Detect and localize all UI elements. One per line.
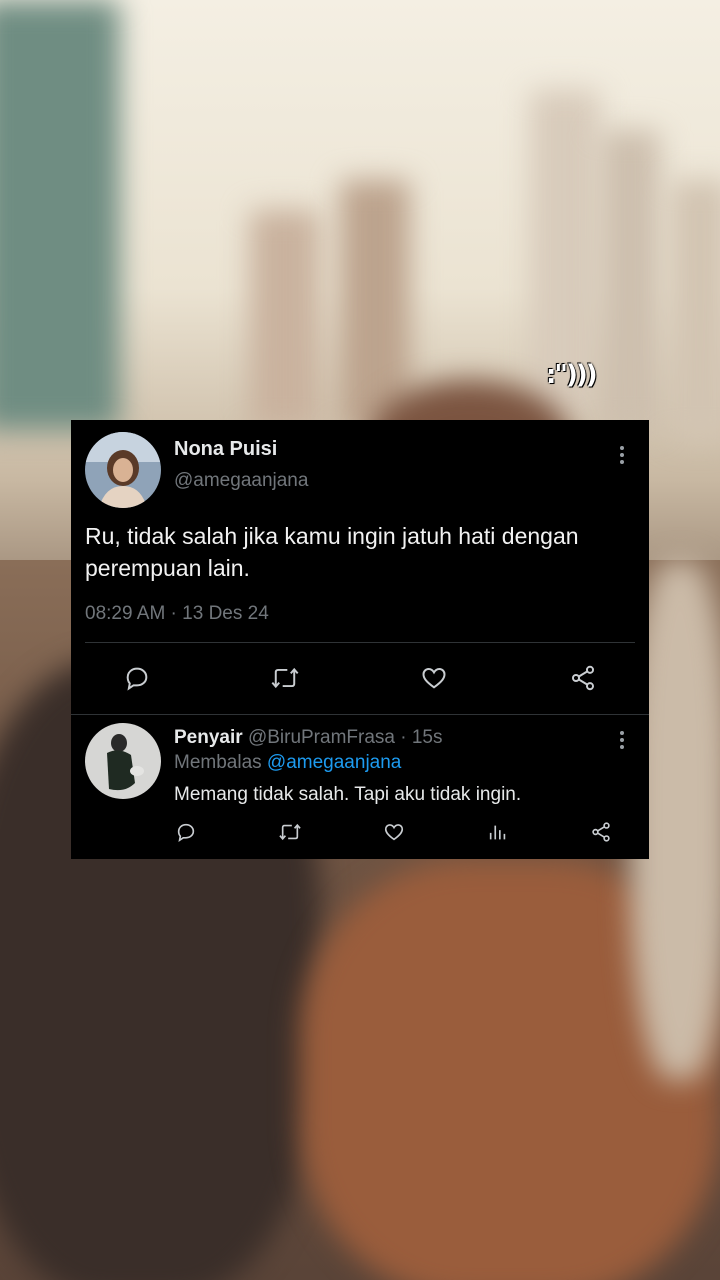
- retweet-icon[interactable]: [269, 662, 301, 694]
- divider: [85, 642, 635, 643]
- timestamp[interactable]: 08:29 AM · 13 Des 24: [85, 603, 269, 625]
- building-5: [670, 180, 720, 440]
- building-1: [250, 210, 320, 430]
- main-tweet[interactable]: Nona Puisi @amegaanjana Ru, tidak salah …: [71, 420, 649, 714]
- reply-tweet[interactable]: Penyair @BiruPramFrasa · 15s Membalas @a…: [71, 714, 649, 859]
- reply-reply-icon[interactable]: [173, 819, 199, 845]
- reply-avatar[interactable]: [85, 723, 161, 799]
- tower-left: [0, 0, 120, 430]
- sticker-text: :"))): [546, 360, 598, 390]
- avatar[interactable]: [85, 432, 161, 508]
- views-icon[interactable]: [485, 819, 511, 845]
- building-2: [340, 180, 410, 430]
- more-options-icon[interactable]: [619, 446, 625, 467]
- building-4: [600, 130, 660, 430]
- reply-more-options-icon[interactable]: [619, 731, 625, 752]
- reply-handle[interactable]: @BiruPramFrasa: [248, 727, 395, 748]
- like-icon[interactable]: [418, 662, 450, 694]
- display-name[interactable]: Nona Puisi: [174, 438, 277, 461]
- reply-like-icon[interactable]: [381, 819, 407, 845]
- tweet-card: Nona Puisi @amegaanjana Ru, tidak salah …: [71, 420, 649, 859]
- reply-display-name[interactable]: Penyair: [174, 727, 243, 748]
- reply-time: · 15s: [394, 727, 443, 748]
- reply-header: Penyair @BiruPramFrasa · 15s: [174, 727, 443, 749]
- replying-prefix: Membalas: [174, 752, 267, 773]
- reply-share-icon[interactable]: [588, 819, 614, 845]
- reply-text: Memang tidak salah. Tapi aku tidak ingin…: [174, 784, 522, 805]
- replying-mention[interactable]: @amegaanjana: [267, 752, 401, 773]
- replying-to: Membalas @amegaanjana: [174, 752, 401, 774]
- share-icon[interactable]: [567, 662, 599, 694]
- handle[interactable]: @amegaanjana: [174, 470, 308, 492]
- reply-retweet-icon[interactable]: [277, 819, 303, 845]
- reply-icon[interactable]: [121, 662, 153, 694]
- tweet-text: Ru, tidak salah jika kamu ingin jatuh ha…: [85, 523, 579, 581]
